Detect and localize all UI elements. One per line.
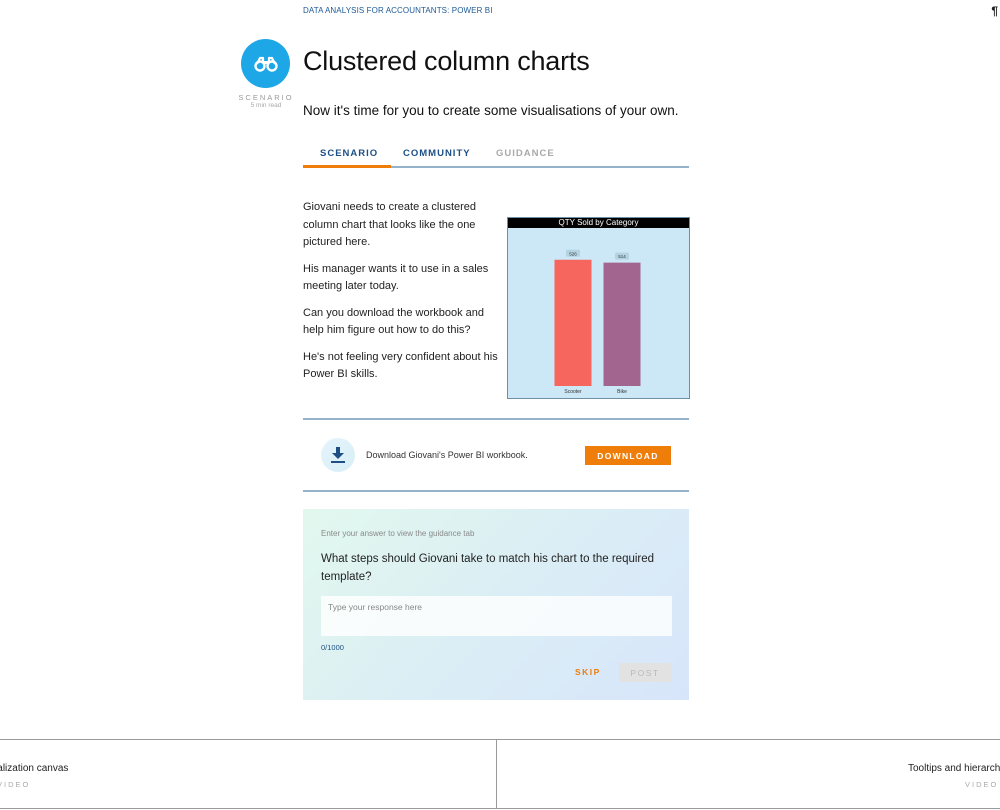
lesson-navigation: Visualization canvas VIDEO Tooltips and … — [0, 739, 1000, 809]
download-button[interactable]: DOWNLOAD — [585, 446, 671, 465]
breadcrumb-course-link[interactable]: DATA ANALYSIS FOR ACCOUNTANTS: POWER BI — [303, 6, 493, 15]
response-input[interactable] — [321, 596, 672, 636]
tab-bar: SCENARIO COMMUNITY GUIDANCE — [303, 141, 689, 168]
chart-data-label: 514 — [618, 254, 626, 259]
tab-scenario[interactable]: SCENARIO — [320, 148, 378, 159]
chart-title: QTY Sold by Category — [508, 218, 689, 228]
scenario-paragraph: He's not feeling very confident about hi… — [303, 350, 498, 381]
page-subtitle: Now it's time for you to create some vis… — [303, 103, 679, 118]
scenario-paragraph: His manager wants it to use in a sales m… — [303, 262, 489, 293]
example-chart-image: QTY Sold by Category 526 Scooter 514 Bike — [507, 217, 690, 399]
previous-lesson-title[interactable]: Visualization canvas — [0, 763, 68, 774]
section-divider — [303, 490, 689, 492]
chart-bar-scooter — [554, 259, 592, 386]
nav-divider — [496, 740, 497, 808]
chart-category-label: Bike — [617, 389, 627, 395]
character-counter: 0/1000 — [321, 643, 344, 652]
chart-bar-bike — [603, 262, 641, 386]
scenario-paragraph: Can you download the workbook and help h… — [303, 306, 485, 337]
question-text: What steps should Giovani take to match … — [321, 553, 655, 583]
scenario-text: Giovani needs to create a clustered colu… — [303, 199, 503, 393]
page-title: Clustered column charts — [303, 46, 590, 76]
section-divider — [303, 418, 689, 420]
binoculars-badge — [241, 39, 290, 88]
read-time: 5 min read — [250, 102, 282, 109]
active-tab-indicator — [303, 165, 391, 168]
content-type-label: SCENARIO — [238, 93, 294, 102]
download-icon — [331, 447, 345, 463]
pilcrow-icon[interactable]: ¶ — [991, 4, 998, 18]
previous-lesson-type: VIDEO — [0, 780, 31, 789]
download-icon-circle — [321, 438, 355, 472]
chart-data-label: 526 — [569, 251, 577, 256]
tab-guidance: GUIDANCE — [496, 148, 555, 159]
scenario-paragraph: Giovani needs to create a clustered colu… — [303, 201, 477, 248]
binoculars-icon — [253, 56, 278, 72]
chart-category-label: Scooter — [564, 389, 582, 395]
skip-button[interactable]: SKIP — [575, 667, 601, 677]
next-lesson-title[interactable]: Tooltips and hierarch — [908, 763, 1000, 774]
tab-community[interactable]: COMMUNITY — [403, 148, 471, 159]
chart-plot: 526 Scooter 514 Bike — [554, 249, 641, 395]
download-description: Download Giovani's Power BI workbook. — [366, 450, 528, 460]
answer-hint: Enter your answer to view the guidance t… — [321, 529, 475, 538]
next-lesson-type: VIDEO — [965, 780, 999, 789]
answer-card: Enter your answer to view the guidance t… — [303, 509, 689, 700]
post-button[interactable]: POST — [619, 663, 671, 682]
